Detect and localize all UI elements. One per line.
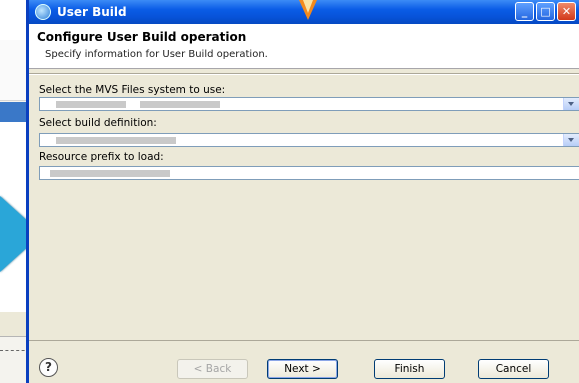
header-divider [29,73,579,75]
finish-button[interactable]: Finish [374,359,445,379]
page-title: Configure User Build operation [37,30,247,44]
redacted-value [140,101,220,108]
header-banner: Configure User Build operation Specify i… [29,24,579,69]
mvs-files-label: Select the MVS Files system to use: [39,84,226,96]
redacted-value [56,137,176,144]
page-subtitle: Specify information for User Build opera… [45,49,268,60]
resource-prefix-label: Resource prefix to load: [39,151,164,163]
pointer-marker-inner [303,0,313,13]
app-icon [35,4,51,20]
maximize-button[interactable]: □ [536,2,555,21]
next-button[interactable]: Next > [267,359,338,379]
user-build-dialog: User Build _ □ ✕ Configure User Build op… [26,0,579,383]
footer-divider [29,340,579,341]
back-button[interactable]: < Back [177,359,248,379]
chevron-down-icon[interactable] [563,134,579,146]
resource-prefix-input[interactable] [39,166,579,180]
redacted-value [56,101,126,108]
close-button[interactable]: ✕ [557,2,576,21]
build-definition-label: Select build definition: [39,117,157,129]
mvs-files-combo[interactable] [39,97,579,111]
chevron-down-icon[interactable] [563,98,579,110]
cancel-button[interactable]: Cancel [478,359,549,379]
build-definition-combo[interactable] [39,133,579,147]
redacted-value [50,170,170,177]
minimize-button[interactable]: _ [515,2,534,21]
help-icon[interactable]: ? [39,358,58,377]
dialog-title: User Build [57,5,127,19]
